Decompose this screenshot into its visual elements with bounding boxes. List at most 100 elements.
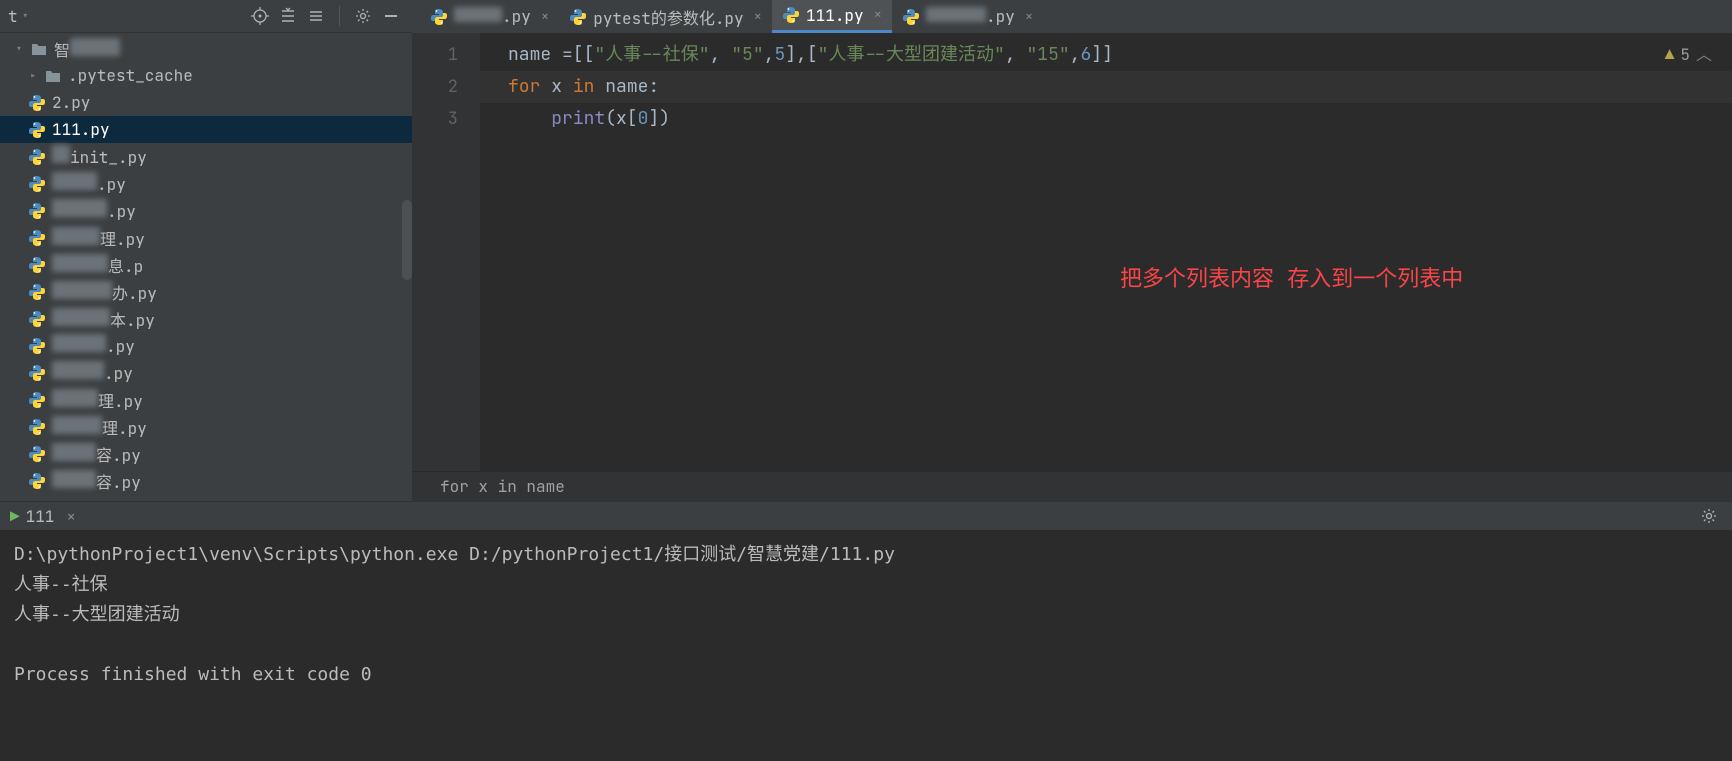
- file-label: 理.py: [52, 415, 147, 439]
- editor-tab[interactable]: 111.py ×: [772, 0, 892, 33]
- tab-label: 111.py: [806, 5, 864, 26]
- project-toolbar: t ▾: [0, 0, 412, 33]
- python-file-item[interactable]: .py: [0, 359, 412, 386]
- python-file-item[interactable]: 2.py: [0, 89, 412, 116]
- hide-icon[interactable]: [382, 7, 400, 25]
- python-file-item[interactable]: 理.py: [0, 413, 412, 440]
- file-label: init_.py: [52, 145, 147, 168]
- close-icon[interactable]: ×: [541, 8, 549, 26]
- settings-icon[interactable]: [354, 7, 372, 25]
- code-line-1[interactable]: name =[["人事--社保", "5",5],["人事--大型团建活动", …: [508, 39, 1732, 71]
- close-icon[interactable]: ×: [66, 506, 76, 527]
- run-tool-window: ▶ 111 × D:\pythonProject1\venv\Scripts\p…: [0, 501, 1732, 706]
- breadcrumb[interactable]: for x in name: [412, 471, 1732, 501]
- close-icon[interactable]: ×: [874, 6, 882, 24]
- close-icon[interactable]: ×: [1025, 8, 1033, 26]
- tab-label: .py: [454, 6, 531, 27]
- python-file-item[interactable]: .py: [0, 170, 412, 197]
- python-file-item[interactable]: 111.py: [0, 116, 412, 143]
- file-label: .pytest_cache: [68, 65, 193, 86]
- file-label: 本.py: [52, 307, 155, 331]
- file-label: .py: [52, 361, 133, 384]
- project-sidebar: t ▾ ▾ 智 ▸ .pytest_cache 2.py 111.py init_.py…: [0, 0, 412, 501]
- python-file-item[interactable]: init_.py: [0, 143, 412, 170]
- python-file-icon: [28, 283, 46, 301]
- warning-icon: ▲: [1665, 39, 1675, 71]
- folder-icon: [30, 40, 48, 58]
- editor-tab[interactable]: .py ×: [420, 0, 559, 33]
- expand-all-icon[interactable]: [279, 7, 297, 25]
- file-label: .py: [52, 172, 126, 195]
- file-label: 容.py: [52, 469, 141, 493]
- python-file-icon: [569, 8, 587, 26]
- locate-icon[interactable]: [251, 7, 269, 25]
- python-file-item[interactable]: 理.py: [0, 386, 412, 413]
- editor-body[interactable]: 1 2 3 name =[["人事--社保", "5",5],["人事--大型团…: [412, 33, 1732, 471]
- file-label: 2.py: [52, 92, 90, 113]
- gear-icon[interactable]: [1700, 507, 1718, 525]
- inspection-widget[interactable]: ▲ 5 ︿: [1665, 39, 1712, 71]
- python-file-icon: [782, 6, 800, 24]
- python-file-icon: [902, 8, 920, 26]
- python-file-item[interactable]: 容.py: [0, 467, 412, 494]
- python-file-item[interactable]: 办.py: [0, 278, 412, 305]
- gutter: 1 2 3: [412, 33, 480, 471]
- close-icon[interactable]: ×: [754, 8, 762, 26]
- file-label: .py: [52, 334, 135, 357]
- console-line: [14, 630, 1718, 660]
- console-output[interactable]: D:\pythonProject1\venv\Scripts\python.ex…: [0, 530, 1732, 706]
- file-label: 办.py: [52, 280, 157, 304]
- editor-tabs: .py × pytest的参数化.py × 111.py × .py ×: [412, 0, 1732, 33]
- python-file-icon: [28, 391, 46, 409]
- file-label: 理.py: [52, 226, 145, 250]
- console-line: Process finished with exit code 0: [14, 660, 1718, 690]
- file-label: 理.py: [52, 388, 143, 412]
- python-file-icon: [28, 310, 46, 328]
- python-file-item[interactable]: .py: [0, 197, 412, 224]
- python-file-item[interactable]: 本.py: [0, 305, 412, 332]
- python-file-icon: [28, 337, 46, 355]
- project-root-label[interactable]: t: [8, 6, 18, 27]
- file-label: 111.py: [52, 119, 110, 140]
- scrollbar-thumb[interactable]: [402, 200, 412, 280]
- run-tab[interactable]: ▶ 111 ×: [10, 506, 76, 527]
- run-config-icon: ▶: [10, 506, 20, 527]
- python-file-item[interactable]: 容.py: [0, 440, 412, 467]
- python-file-icon: [28, 148, 46, 166]
- editor-tab[interactable]: .py ×: [892, 0, 1043, 33]
- console-line: 人事--社保: [14, 570, 1718, 600]
- chevron-right-icon: ▸: [28, 68, 38, 84]
- python-file-item[interactable]: .py: [0, 332, 412, 359]
- python-file-icon: [28, 364, 46, 382]
- code-line-3[interactable]: print(x[0]): [508, 103, 1732, 135]
- chevron-up-icon[interactable]: ︿: [1696, 39, 1712, 71]
- python-file-icon: [28, 202, 46, 220]
- python-file-icon: [28, 229, 46, 247]
- python-file-icon: [28, 94, 46, 112]
- python-file-item[interactable]: 理.py: [0, 224, 412, 251]
- python-file-icon: [28, 175, 46, 193]
- python-file-icon: [430, 8, 448, 26]
- file-label: 息.p: [52, 253, 143, 277]
- code-line-2[interactable]: for x in name:: [508, 71, 1732, 103]
- editor-area: .py × pytest的参数化.py × 111.py × .py × 1 2 3 name…: [412, 0, 1732, 501]
- collapse-all-icon[interactable]: [307, 7, 325, 25]
- tab-label: pytest的参数化.py: [593, 5, 743, 29]
- python-file-icon: [28, 121, 46, 139]
- project-root[interactable]: ▾ 智: [0, 35, 412, 62]
- chevron-down-icon: ▾: [14, 41, 24, 57]
- file-label: 容.py: [52, 442, 141, 466]
- tab-label: .py: [926, 6, 1015, 27]
- file-label: .py: [52, 199, 136, 222]
- folder-icon: [44, 67, 62, 85]
- editor-tab[interactable]: pytest的参数化.py ×: [559, 0, 772, 33]
- python-file-item[interactable]: 息.p: [0, 251, 412, 278]
- console-line: 人事--大型团建活动: [14, 600, 1718, 630]
- python-file-icon: [28, 256, 46, 274]
- python-file-icon: [28, 445, 46, 463]
- python-file-icon: [28, 472, 46, 490]
- console-line: D:\pythonProject1\venv\Scripts\python.ex…: [14, 540, 1718, 570]
- folder-item[interactable]: ▸ .pytest_cache: [0, 62, 412, 89]
- run-header: ▶ 111 ×: [0, 502, 1732, 530]
- project-tree[interactable]: ▾ 智 ▸ .pytest_cache 2.py 111.py init_.py .py.…: [0, 33, 412, 501]
